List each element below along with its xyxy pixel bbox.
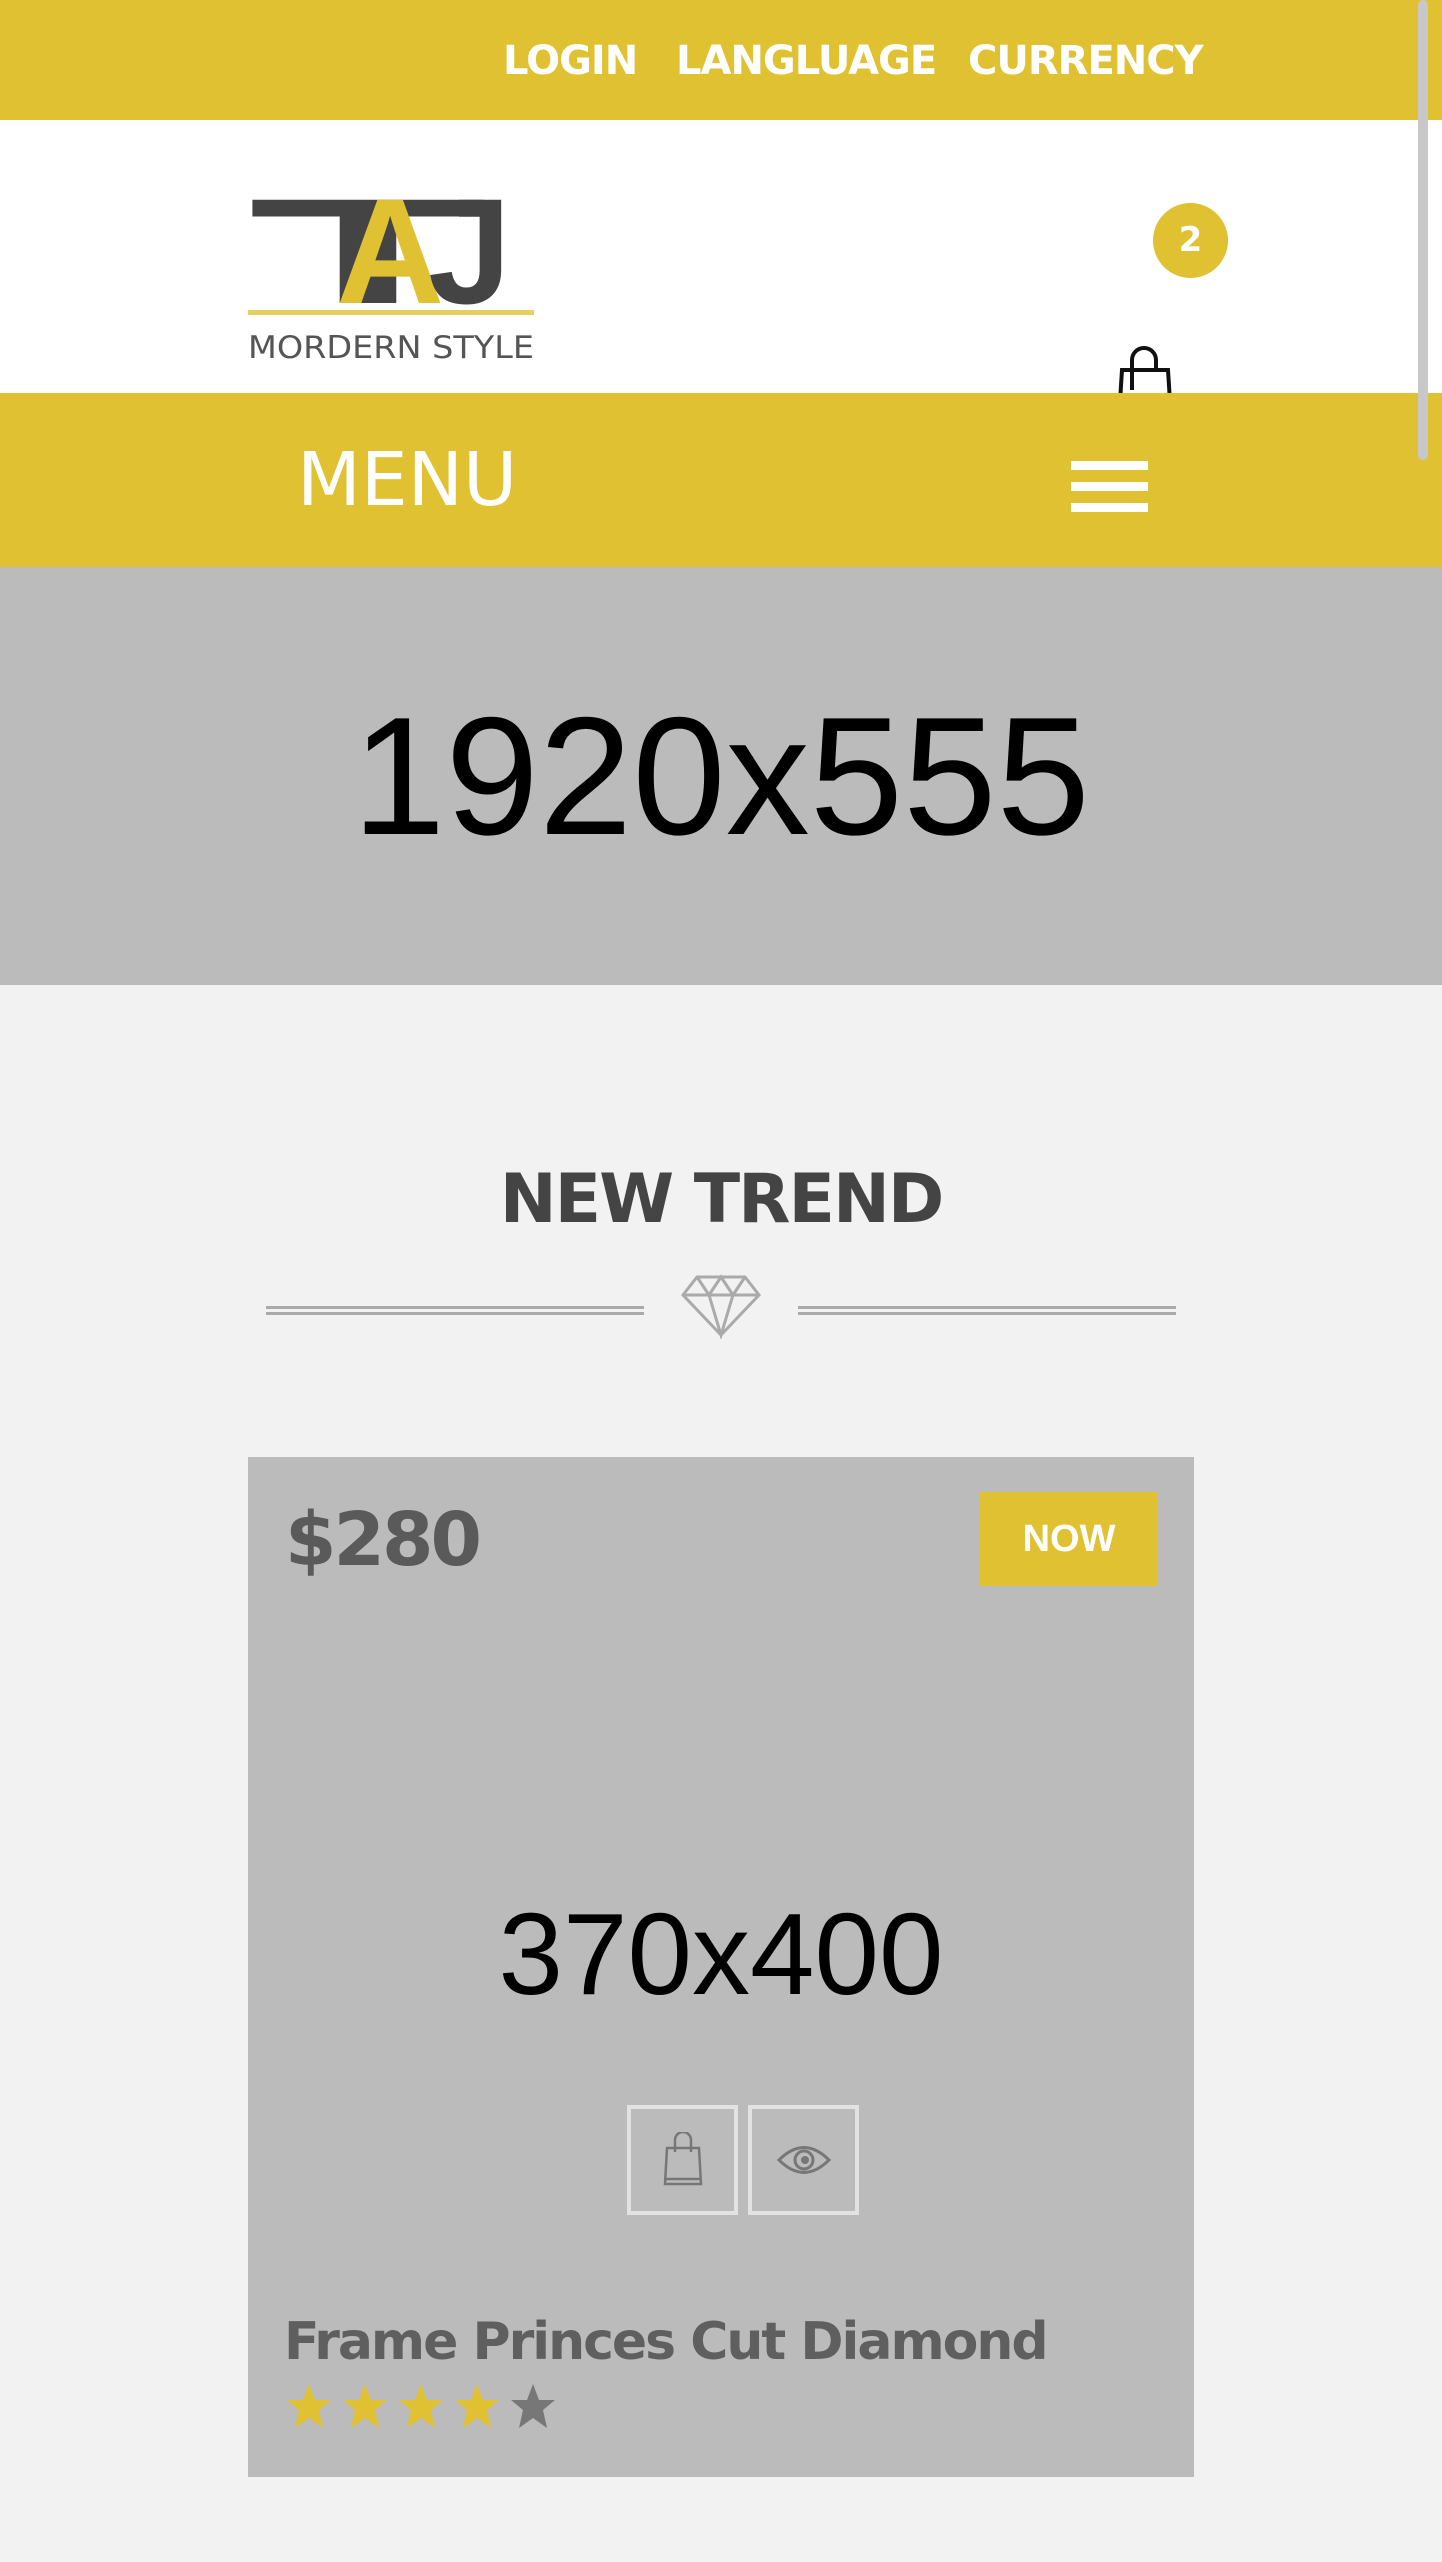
- product-price: $280: [285, 1497, 482, 1583]
- star-filled-icon: [287, 2384, 331, 2428]
- header: T A J MORDERN STYLE 2: [0, 120, 1442, 435]
- divider-right: [798, 1306, 1176, 1315]
- diamond-icon: [681, 1274, 761, 1339]
- now-badge: NOW: [980, 1492, 1158, 1586]
- login-link[interactable]: LOGIN: [503, 38, 638, 84]
- menu-bar: MENU: [0, 393, 1442, 567]
- hero-banner: 1920x555: [0, 567, 1442, 985]
- shopping-bag-icon: [663, 2132, 702, 2186]
- top-bar: LOGIN LANGLUAGE CURRENCY: [0, 0, 1442, 120]
- language-link[interactable]: LANGLUAGE: [676, 38, 937, 84]
- logo[interactable]: T A J MORDERN STYLE: [248, 167, 538, 366]
- star-rating: [284, 2382, 558, 2430]
- star-filled-icon: [343, 2384, 387, 2428]
- product-image: 370x400: [498, 1889, 944, 2019]
- star-empty-icon: [511, 2384, 555, 2428]
- divider-left: [266, 1306, 644, 1315]
- section-title: NEW TREND: [499, 1160, 945, 1239]
- star-filled-icon: [455, 2384, 499, 2428]
- add-to-cart-button[interactable]: [627, 2105, 738, 2215]
- menu-label[interactable]: MENU: [297, 437, 517, 523]
- quick-view-button[interactable]: [748, 2105, 859, 2215]
- eye-icon: [776, 2146, 831, 2174]
- product-card[interactable]: $280 NOW 370x400 Frame Princes Cut Diamo…: [248, 1457, 1194, 2477]
- logo-image: T A J MORDERN STYLE: [248, 167, 534, 366]
- scrollbar[interactable]: [1418, 0, 1428, 460]
- cart-count-badge: 2: [1153, 203, 1228, 278]
- product-title[interactable]: Frame Princes Cut Diamond: [284, 2312, 1049, 2372]
- svg-text:MORDERN STYLE: MORDERN STYLE: [248, 330, 534, 365]
- currency-link[interactable]: CURRENCY: [968, 38, 1204, 84]
- hamburger-menu-icon[interactable]: [1071, 461, 1148, 513]
- star-filled-icon: [399, 2384, 443, 2428]
